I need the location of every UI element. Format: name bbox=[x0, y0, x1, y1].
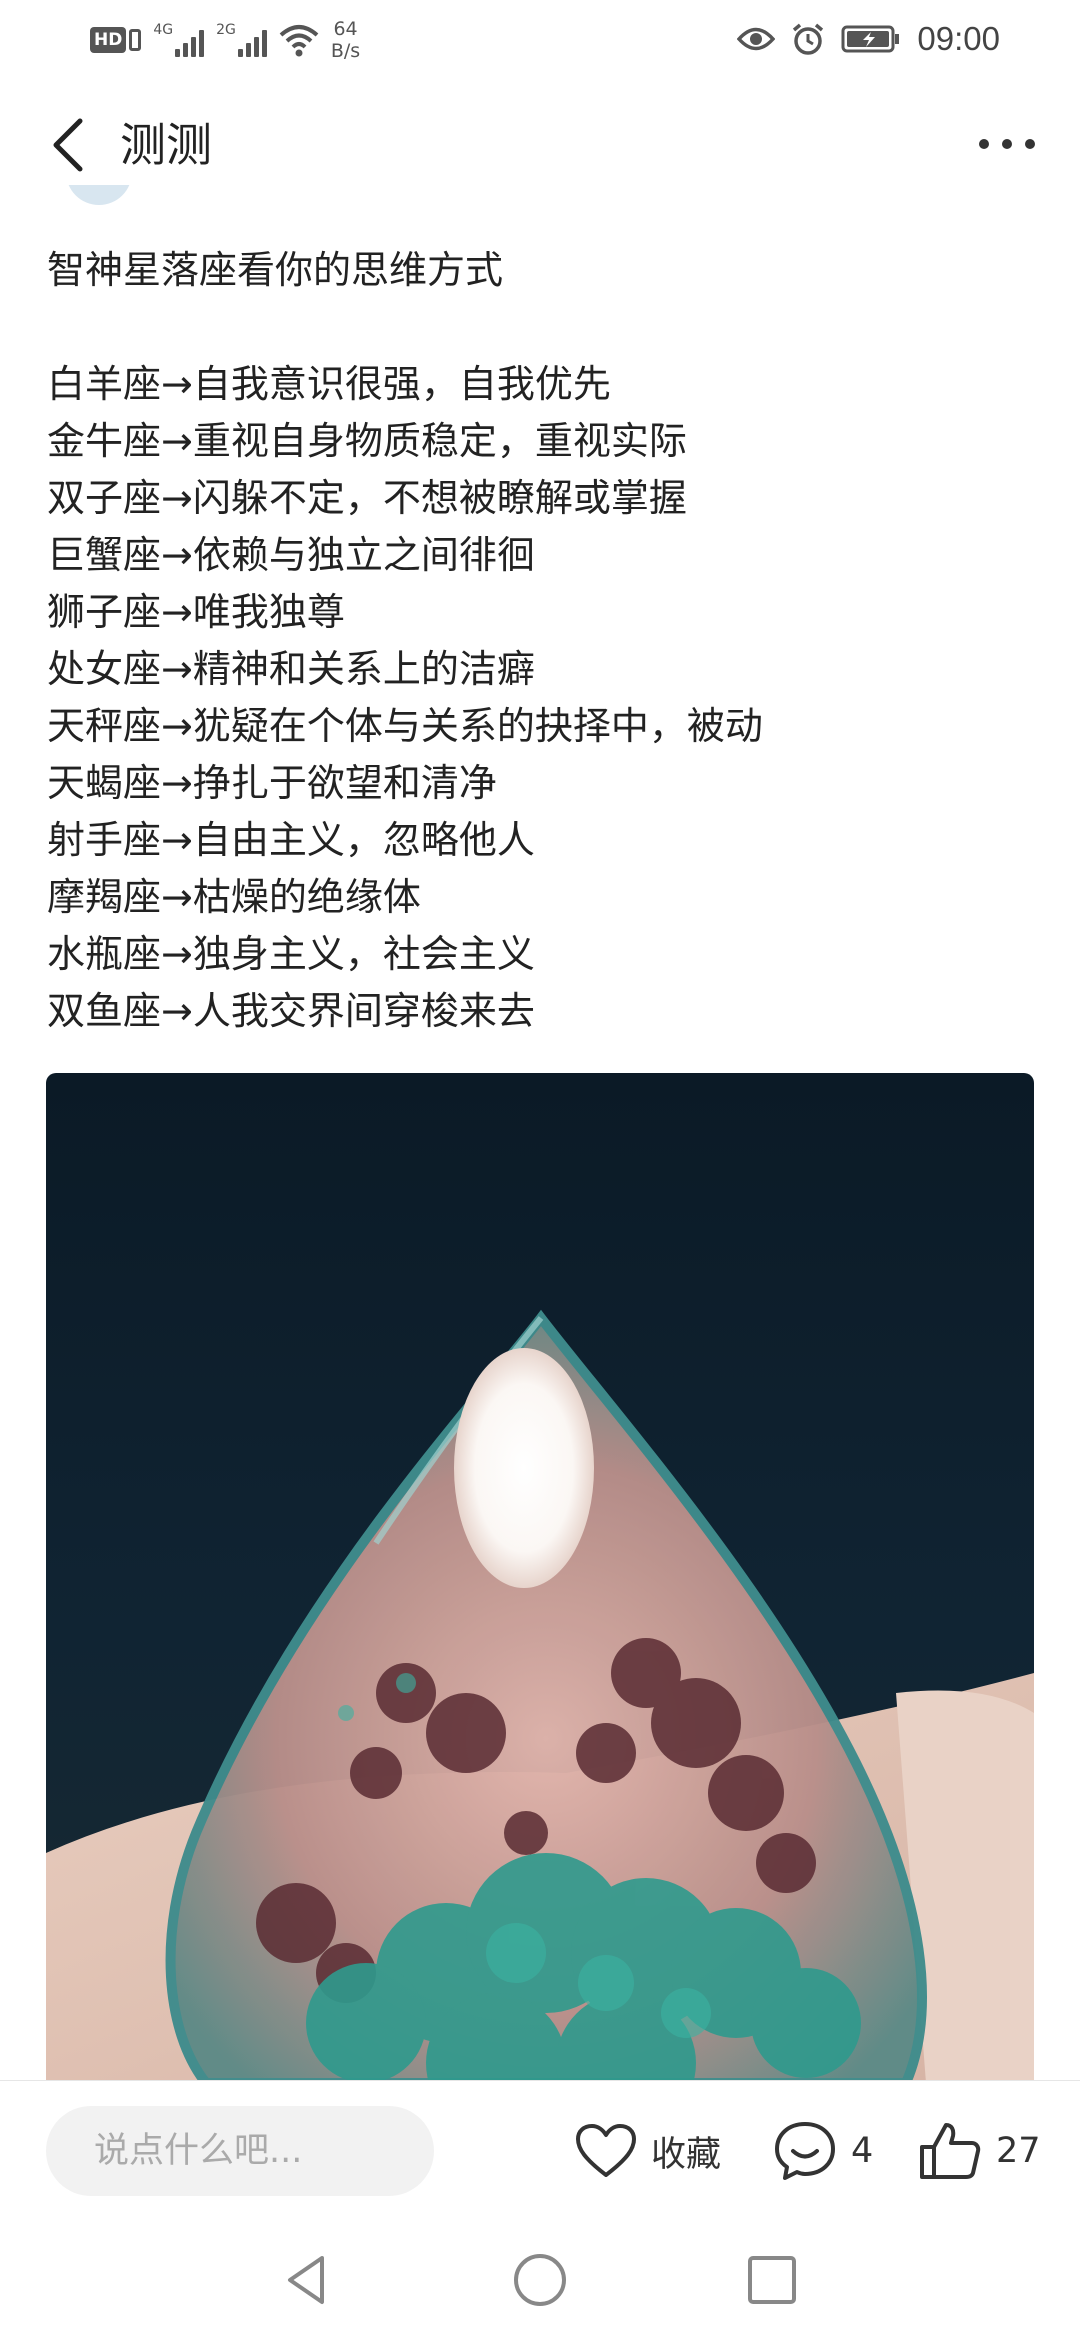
favorite-label: 收藏 bbox=[651, 2134, 722, 2175]
status-left: HD 4G 2G 64 B/s bbox=[90, 18, 360, 62]
eye-icon bbox=[737, 27, 776, 51]
signal-2-label: 2G bbox=[216, 22, 236, 38]
post-line: 天秤座→犹疑在个体与关系的抉择中，被动 bbox=[47, 704, 763, 748]
comment-button[interactable]: 4 bbox=[773, 2111, 873, 2191]
network-speed-value: 64 bbox=[333, 18, 358, 40]
nav-back-icon[interactable] bbox=[278, 2250, 338, 2310]
post-line: 双鱼座→人我交界间穿梭来去 bbox=[47, 989, 535, 1033]
nav-recents-icon[interactable] bbox=[742, 2250, 802, 2310]
post-line: 狮子座→唯我独尊 bbox=[47, 590, 345, 634]
post-line: 白羊座→自我意识很强，自我优先 bbox=[47, 362, 611, 406]
post-line: 双子座→闪躲不定，不想被瞭解或掌握 bbox=[47, 476, 687, 520]
system-nav-bar bbox=[0, 2220, 1080, 2340]
status-right: 09:00 bbox=[737, 20, 1000, 58]
signal-1-label: 4G bbox=[153, 22, 174, 38]
post-line: 巨蟹座→依赖与独立之间徘徊 bbox=[47, 533, 535, 577]
post-content: 智神星落座看你的思维方式 白羊座→自我意识很强，自我优先 金牛座→重视自身物质稳… bbox=[47, 242, 1037, 1040]
post-line: 处女座→精神和关系上的洁癖 bbox=[47, 647, 535, 691]
wifi-icon bbox=[279, 25, 319, 57]
comment-icon bbox=[775, 2122, 835, 2180]
thumbs-up-icon bbox=[920, 2123, 981, 2179]
like-count: 27 bbox=[996, 2131, 1041, 2171]
clock: 09:00 bbox=[917, 20, 1000, 57]
post-line: 射手座→自由主义，忽略他人 bbox=[47, 818, 535, 862]
back-arrow-icon[interactable] bbox=[40, 113, 100, 177]
post-line: 金牛座→重视自身物质稳定，重视实际 bbox=[47, 419, 687, 463]
signal-icon-1: 4G bbox=[153, 22, 205, 57]
header: 测测 bbox=[0, 95, 1080, 195]
network-speed: 64 B/s bbox=[331, 18, 360, 62]
network-speed-unit: B/s bbox=[330, 40, 361, 62]
page-title: 测测 bbox=[120, 118, 212, 172]
post-title: 智神星落座看你的思维方式 bbox=[47, 248, 504, 292]
more-options-icon[interactable] bbox=[972, 119, 1042, 169]
signal-icon-2: 2G bbox=[216, 23, 267, 57]
alarm-icon bbox=[793, 23, 824, 55]
post-line: 天蝎座→挣扎于欲望和清净 bbox=[47, 761, 497, 805]
hd-label: HD bbox=[90, 27, 127, 53]
status-bar: HD 4G 2G 64 B/s 09:00 bbox=[0, 0, 1080, 80]
bottom-action-bar: 收藏 4 27 bbox=[0, 2080, 1080, 2221]
hd-icon: HD bbox=[90, 25, 142, 55]
comment-count: 4 bbox=[851, 2131, 874, 2171]
heart-icon bbox=[576, 2124, 636, 2177]
battery-icon bbox=[841, 25, 900, 53]
post-image[interactable] bbox=[46, 1073, 1034, 2083]
nav-home-icon[interactable] bbox=[510, 2250, 570, 2310]
comment-input[interactable] bbox=[46, 2106, 434, 2196]
like-button[interactable]: 27 bbox=[918, 2111, 1041, 2191]
post-line: 摩羯座→枯燥的绝缘体 bbox=[47, 875, 421, 919]
post-line: 水瓶座→独身主义，社会主义 bbox=[47, 932, 535, 976]
favorite-button[interactable]: 收藏 bbox=[575, 2111, 721, 2191]
avatar[interactable] bbox=[66, 185, 132, 207]
